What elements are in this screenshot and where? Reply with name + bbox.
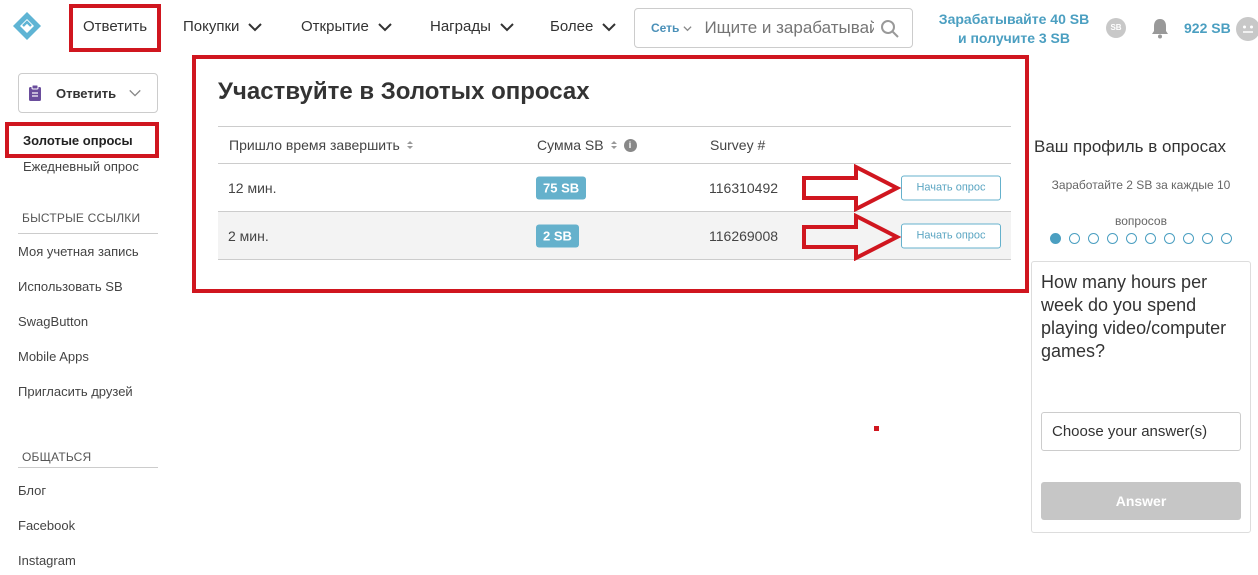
nav-discover[interactable]: Открытие — [301, 18, 393, 35]
annotation-box-nav — [69, 4, 161, 52]
row-survey-id: 116310492 — [709, 179, 779, 196]
search-icon[interactable] — [880, 19, 900, 39]
sort-icon — [610, 141, 617, 149]
start-survey-button[interactable]: Начать опрос — [901, 175, 1001, 200]
nav-more-label: Более — [550, 18, 594, 35]
answer-select[interactable]: Choose your answer(s) — [1041, 412, 1241, 451]
column-header-time[interactable]: Пришло время завершить — [229, 137, 414, 153]
sidebar-link-redeem[interactable]: Использовать SB — [18, 279, 123, 294]
chevron-down-icon — [378, 22, 392, 31]
profile-question-text: How many hours per week do you spend pla… — [1041, 272, 1227, 361]
bell-icon[interactable] — [1150, 17, 1170, 39]
annotation-arrow-icon — [802, 213, 902, 261]
annotation-dot — [874, 426, 879, 431]
nav-more[interactable]: Более — [550, 18, 617, 35]
nav-rewards[interactable]: Награды — [430, 18, 515, 35]
column-header-sb-label: Сумма SB — [537, 137, 604, 153]
row-sb: 2 SB — [536, 224, 579, 247]
sort-icon — [406, 141, 413, 149]
clipboard-icon — [29, 85, 41, 101]
swagbucks-logo-icon[interactable] — [12, 11, 42, 41]
progress-dot — [1183, 233, 1194, 244]
promo-link[interactable]: Зарабатывайте 40 SB и получите 3 SB — [930, 10, 1098, 48]
sb-coin-icon[interactable]: SB — [1106, 18, 1126, 38]
chevron-down-icon — [129, 89, 141, 97]
promo-line-1: Зарабатывайте 40 SB — [938, 11, 1090, 27]
sidebar-item-gold-surveys[interactable]: Золотые опросы — [23, 133, 133, 148]
progress-dot — [1069, 233, 1080, 244]
progress-dot — [1107, 233, 1118, 244]
avatar[interactable] — [1236, 17, 1258, 41]
nav-shop[interactable]: Покупки — [183, 18, 263, 35]
search-scope-label: Сеть — [651, 21, 680, 35]
profile-subtitle: Заработайте 2 SB за каждые 10 вопросов — [1051, 178, 1231, 228]
table-header-row: Пришло время завершить Сумма SB i Survey… — [218, 126, 1011, 164]
sidebar-item-daily-poll[interactable]: Ежедневный опрос — [23, 159, 139, 174]
page-title: Участвуйте в Золотых опросах — [218, 78, 590, 105]
sb-balance[interactable]: 922 SB — [1184, 20, 1231, 36]
progress-dot — [1126, 233, 1137, 244]
sidebar-link-mobile-apps[interactable]: Mobile Apps — [18, 349, 89, 364]
search-bar: Сеть — [634, 8, 913, 48]
sb-amount-badge: 2 SB — [536, 224, 579, 247]
start-survey-button[interactable]: Начать опрос — [901, 223, 1001, 248]
answer-button[interactable]: Answer — [1041, 482, 1241, 520]
progress-dot — [1221, 233, 1232, 244]
nav-shop-label: Покупки — [183, 18, 240, 35]
divider — [18, 233, 158, 234]
chevron-down-icon — [500, 22, 514, 31]
column-header-survey: Survey # — [710, 137, 765, 153]
chevron-down-icon — [248, 22, 263, 31]
progress-dot — [1145, 233, 1156, 244]
progress-dot — [1164, 233, 1175, 244]
search-scope-select[interactable]: Сеть — [651, 21, 693, 35]
top-header: Ответить Покупки Открытие Награды Более … — [0, 0, 1258, 56]
profile-progress — [1050, 233, 1232, 244]
progress-dot — [1202, 233, 1213, 244]
nav-rewards-label: Награды — [430, 18, 491, 35]
sidebar-link-facebook[interactable]: Facebook — [18, 518, 75, 533]
sidebar-link-swagbutton[interactable]: SwagButton — [18, 314, 88, 329]
promo-line-2: и получите 3 SB — [957, 30, 1071, 46]
row-time: 2 мин. — [228, 227, 269, 244]
row-survey-id: 116269008 — [709, 227, 779, 244]
sidebar-link-invite[interactable]: Пригласить друзей — [18, 384, 133, 399]
sb-amount-badge: 75 SB — [536, 176, 587, 199]
answer-dropdown-label: Ответить — [56, 85, 117, 101]
divider — [18, 467, 158, 468]
search-input[interactable] — [704, 18, 875, 38]
profile-question-card: How many hours per week do you spend pla… — [1031, 261, 1251, 533]
column-header-sb[interactable]: Сумма SB i — [537, 137, 637, 153]
profile-title: Ваш профиль в опросах — [1034, 137, 1227, 156]
progress-dot — [1088, 233, 1099, 244]
avatar-face-icon — [1243, 25, 1253, 33]
info-icon[interactable]: i — [623, 138, 637, 152]
row-sb: 75 SB — [536, 176, 587, 199]
answer-dropdown[interactable]: Ответить — [18, 73, 158, 113]
sidebar-link-blog[interactable]: Блог — [18, 483, 46, 498]
column-header-time-label: Пришло время завершить — [229, 137, 400, 153]
chevron-down-icon — [683, 25, 693, 31]
quick-links-heading: БЫСТРЫЕ ССЫЛКИ — [22, 211, 141, 225]
sidebar-link-account[interactable]: Моя учетная запись — [18, 244, 139, 259]
column-header-survey-label: Survey # — [710, 137, 766, 153]
nav-discover-label: Открытие — [301, 18, 369, 35]
progress-dot — [1050, 233, 1061, 244]
chevron-down-icon — [602, 22, 617, 31]
sidebar-link-instagram[interactable]: Instagram — [18, 553, 76, 568]
row-time: 12 мин. — [228, 179, 277, 196]
social-heading: ОБЩАТЬСЯ — [22, 450, 92, 464]
annotation-arrow-icon — [802, 164, 902, 212]
